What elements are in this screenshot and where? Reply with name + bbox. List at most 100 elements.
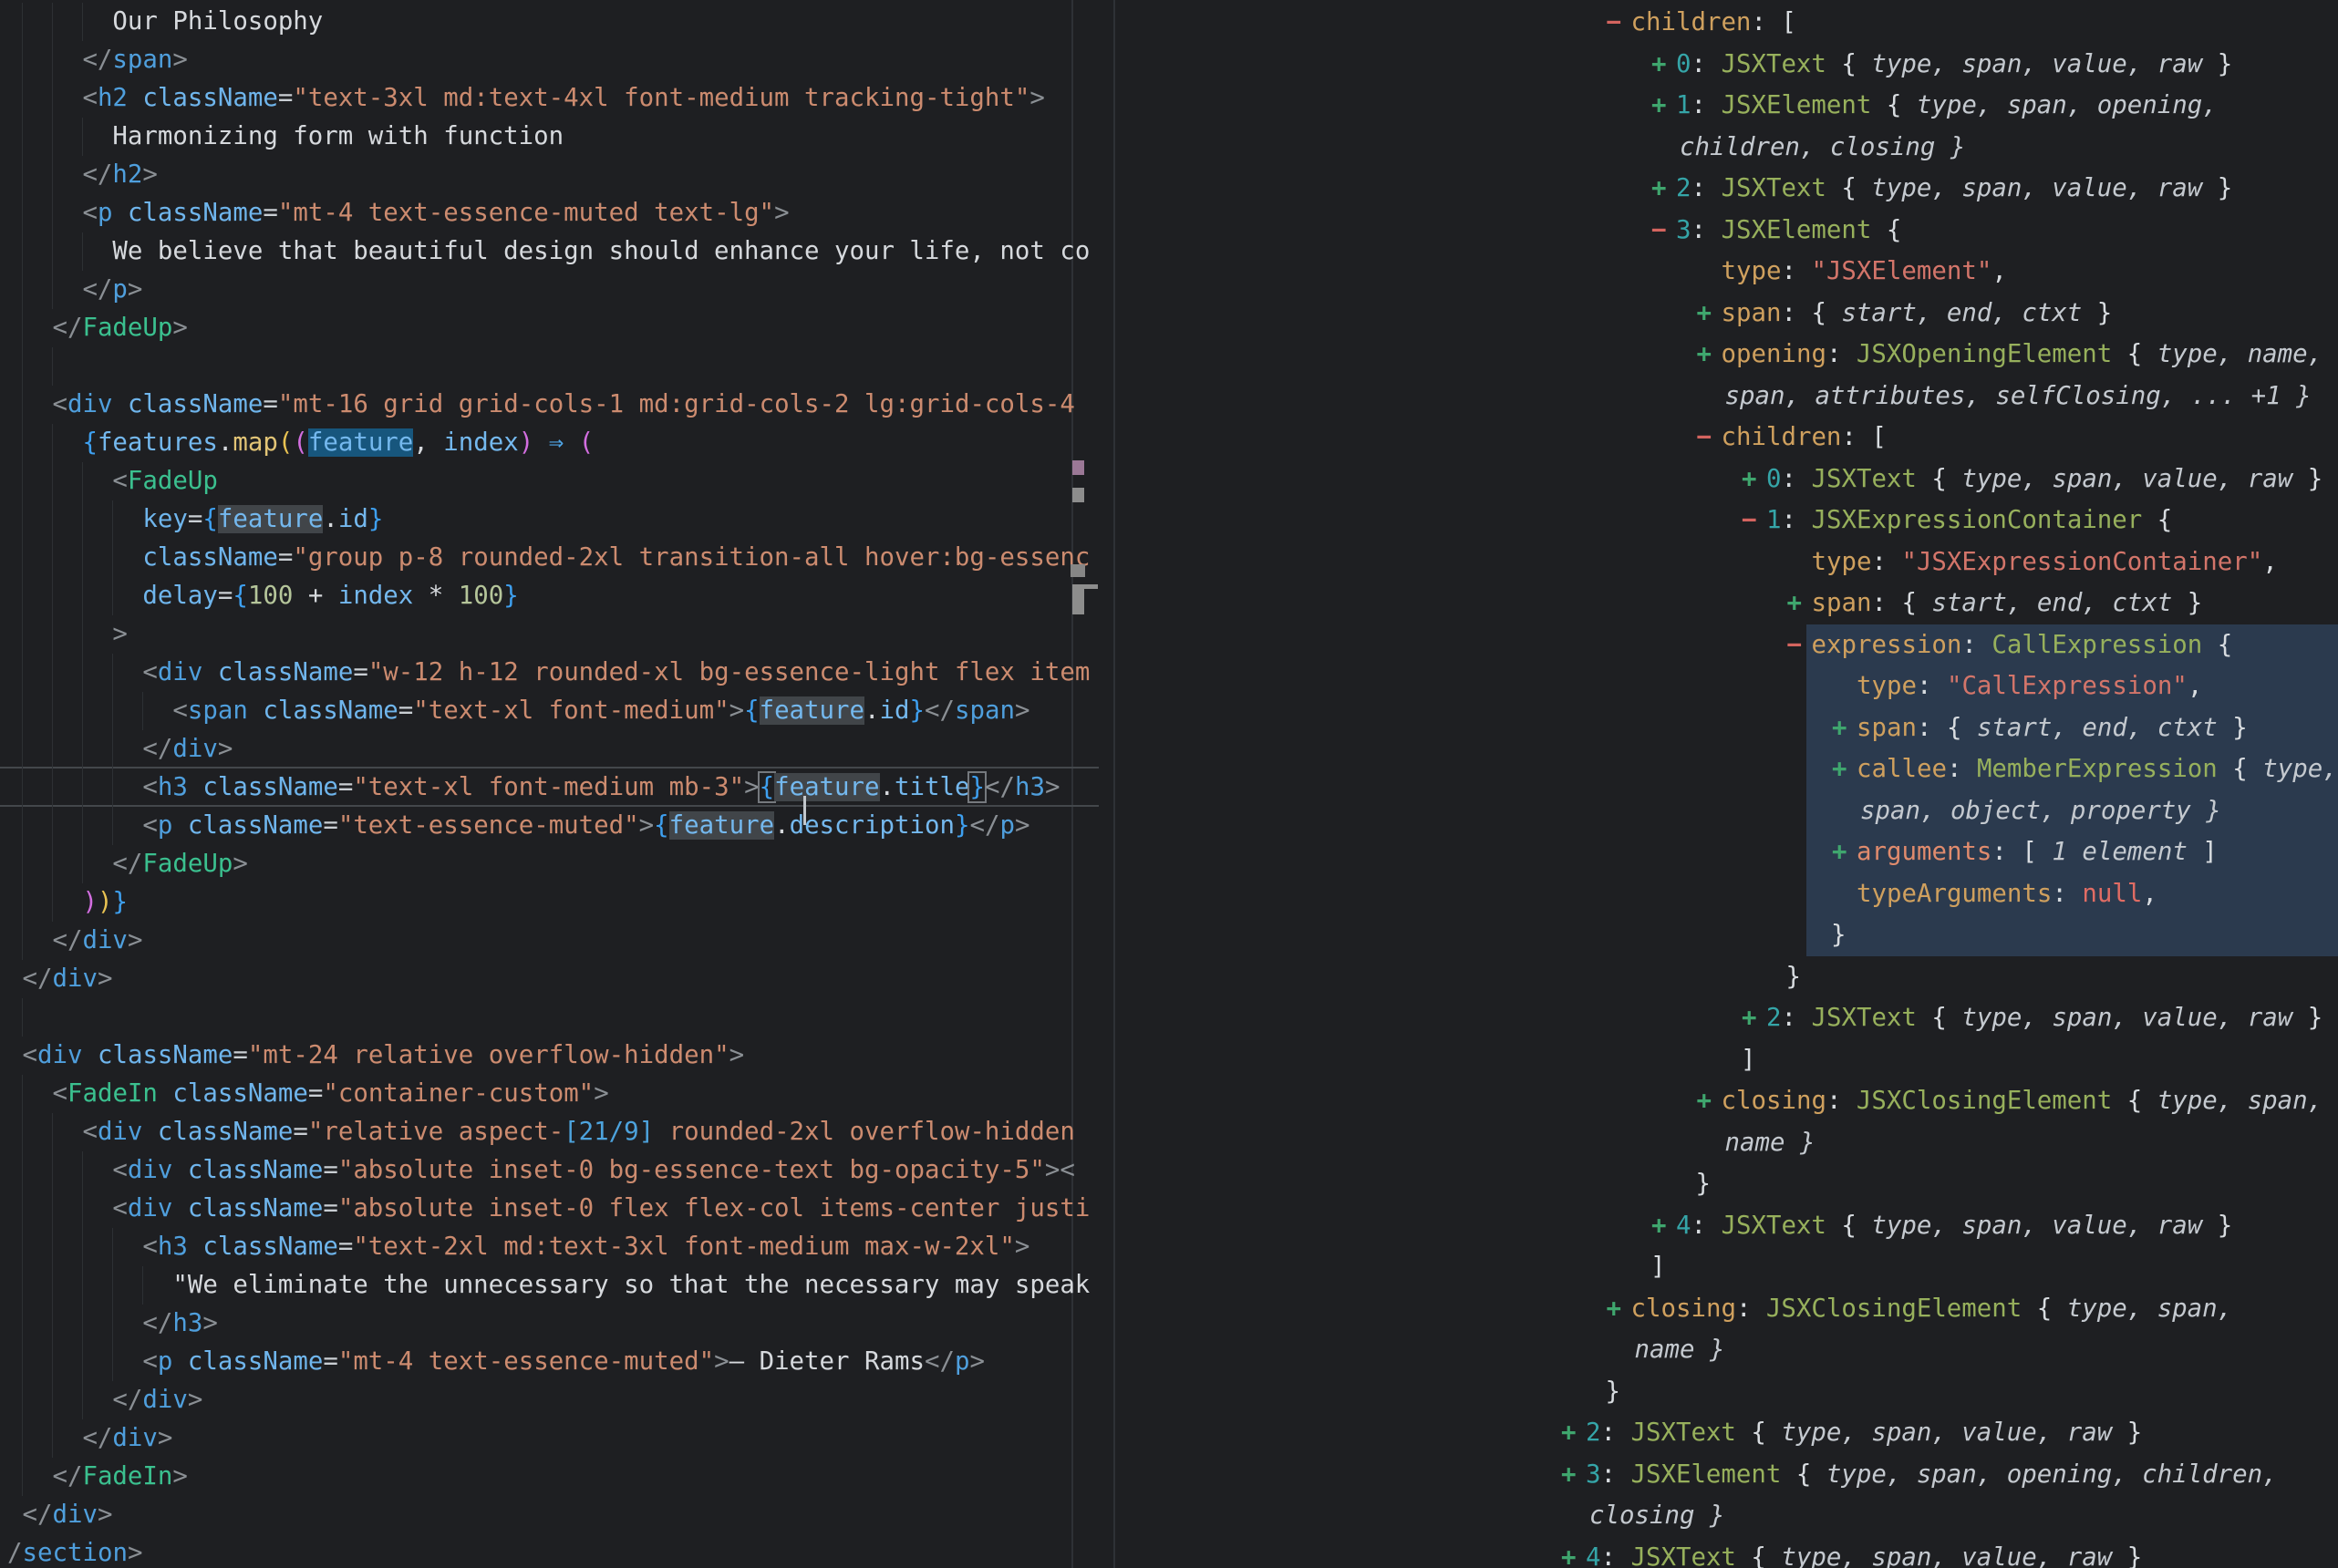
code-token: opening <box>1722 340 1826 368</box>
code-token: { <box>1871 216 1901 244</box>
expand-node-icon[interactable]: + <box>1561 1412 1577 1454</box>
ast-row[interactable]: +3: JSXElement { type, span, opening, ch… <box>0 1454 2338 1496</box>
ast-row[interactable]: +closing: JSXClosingElement { type, span… <box>0 1288 2338 1330</box>
code-token: children, closing } <box>1680 133 1965 161</box>
ast-row[interactable]: span, attributes, selfClosing, ... +1 } <box>0 376 2338 418</box>
expand-node-icon[interactable]: + <box>1787 583 1803 624</box>
ast-row[interactable]: } <box>0 1163 2338 1205</box>
ast-row[interactable]: +1: JSXElement { type, span, opening, <box>0 85 2338 127</box>
code-token: type, span, value, raw <box>1871 1212 2202 1240</box>
ast-row[interactable]: −1: JSXExpressionContainer { <box>0 500 2338 542</box>
collapse-node-icon[interactable]: − <box>1607 2 1622 44</box>
expand-node-icon[interactable]: + <box>1832 707 1847 749</box>
ast-row[interactable]: +2: JSXText { type, span, value, raw } <box>0 997 2338 1039</box>
ast-row[interactable]: typeArguments: null, <box>0 873 2338 915</box>
ast-row[interactable]: span, object, property } <box>0 790 2338 832</box>
ast-row[interactable]: +4: JSXText { type, span, value, raw } <box>0 1537 2338 1568</box>
code-token: null <box>2082 880 2142 908</box>
ast-row[interactable]: children, closing } <box>0 127 2338 169</box>
ast-row[interactable]: name } <box>0 1122 2338 1164</box>
code-token: : <box>1826 340 1857 368</box>
ast-row-content: children: [ <box>1722 417 1887 459</box>
ast-row-content: 0: JSXText { type, span, value, raw } <box>1766 459 2322 500</box>
code-token: : { <box>1781 299 1841 327</box>
expand-node-icon[interactable]: + <box>1697 334 1712 376</box>
ast-row[interactable]: type: "JSXElement", <box>0 251 2338 293</box>
ast-row[interactable]: ] <box>0 1039 2338 1081</box>
ast-row[interactable]: +callee: MemberExpression { type, <box>0 748 2338 790</box>
ast-row[interactable]: −children: [ <box>0 417 2338 459</box>
code-token: 4 <box>1676 1212 1691 1240</box>
code-token: { <box>1826 174 1871 202</box>
code-token: } <box>2112 1543 2142 1568</box>
ast-row[interactable]: +4: JSXText { type, span, value, raw } <box>0 1205 2338 1247</box>
ast-row-content: callee: MemberExpression { type, <box>1857 748 2338 790</box>
expand-node-icon[interactable]: + <box>1697 293 1712 335</box>
expand-node-icon[interactable]: + <box>1697 1080 1712 1122</box>
ast-row[interactable]: } <box>0 1371 2338 1413</box>
ast-row-content: closing: JSXClosingElement { type, span, <box>1722 1080 2323 1122</box>
expand-node-icon[interactable]: + <box>1651 1205 1667 1247</box>
ast-row[interactable]: −3: JSXElement { <box>0 210 2338 252</box>
ast-row[interactable]: −expression: CallExpression { <box>0 624 2338 666</box>
expand-node-icon[interactable]: + <box>1832 748 1847 790</box>
collapse-node-icon[interactable]: − <box>1742 500 1757 542</box>
collapse-node-icon[interactable]: − <box>1651 210 1667 252</box>
ast-row[interactable]: +span: { start, end, ctxt } <box>0 707 2338 749</box>
ast-row[interactable]: } <box>0 956 2338 998</box>
ast-row[interactable]: +arguments: [ 1 element ] <box>0 831 2338 873</box>
ast-row[interactable]: ] <box>0 1246 2338 1288</box>
code-token: JSXElement <box>1721 91 1871 119</box>
code-token: : [ <box>1841 423 1886 451</box>
ast-row[interactable]: +0: JSXText { type, span, value, raw } <box>0 459 2338 500</box>
ast-tree-pane[interactable]: −children: [+0: JSXText { type, span, va… <box>0 0 2338 1568</box>
code-token: { <box>1781 1460 1826 1489</box>
code-token: : <box>1691 50 1722 78</box>
ast-row[interactable]: closing } <box>0 1495 2338 1537</box>
code-token: JSXText <box>1721 174 1826 202</box>
collapse-node-icon[interactable]: − <box>1697 417 1712 459</box>
expand-node-icon[interactable]: + <box>1742 459 1757 500</box>
code-token: JSXElement <box>1630 1460 1781 1489</box>
code-token: { <box>1917 465 1961 493</box>
code-token: JSXElement <box>1721 216 1871 244</box>
code-token: type, span, value, raw <box>1961 1004 2292 1032</box>
expand-node-icon[interactable]: + <box>1561 1537 1577 1568</box>
code-token: : <box>1781 257 1811 285</box>
ast-row[interactable]: +span: { start, end, ctxt } <box>0 583 2338 624</box>
ast-row[interactable]: type: "CallExpression", <box>0 665 2338 707</box>
expand-node-icon[interactable]: + <box>1561 1454 1577 1496</box>
ast-row[interactable]: +2: JSXText { type, span, value, raw } <box>0 1412 2338 1454</box>
expand-node-icon[interactable]: + <box>1742 997 1757 1039</box>
ast-row[interactable]: type: "JSXExpressionContainer", <box>0 542 2338 583</box>
expand-node-icon[interactable]: + <box>1651 85 1667 127</box>
ast-row[interactable]: name } <box>0 1329 2338 1371</box>
code-token: children <box>1722 423 1842 451</box>
expand-node-icon[interactable]: + <box>1832 831 1847 873</box>
ast-row-content: span: { start, end, ctxt } <box>1812 583 2203 624</box>
ast-row-content: 1: JSXExpressionContainer { <box>1766 500 2172 542</box>
ast-row[interactable]: +opening: JSXOpeningElement { type, name… <box>0 334 2338 376</box>
expand-node-icon[interactable]: + <box>1651 44 1667 86</box>
code-token: : <box>1782 1004 1812 1032</box>
code-token: } <box>2082 299 2112 327</box>
expand-node-icon[interactable]: + <box>1607 1288 1622 1330</box>
ast-row[interactable]: +2: JSXText { type, span, value, raw } <box>0 168 2338 210</box>
expand-node-icon[interactable]: + <box>1651 168 1667 210</box>
code-token: { <box>2112 1087 2157 1115</box>
code-token: type, <box>2262 755 2337 783</box>
ast-row[interactable]: +closing: JSXClosingElement { type, span… <box>0 1080 2338 1122</box>
ast-row[interactable]: +0: JSXText { type, span, value, raw } <box>0 44 2338 86</box>
code-token: 1 <box>1676 91 1691 119</box>
ast-row-content: span, attributes, selfClosing, ... +1 } <box>1725 376 2312 418</box>
code-token: } <box>1606 1377 1621 1406</box>
ast-row[interactable]: +span: { start, end, ctxt } <box>0 293 2338 335</box>
code-token: } <box>1786 963 1802 991</box>
ast-row[interactable]: −children: [ <box>0 2 2338 44</box>
code-token: JSXText <box>1630 1543 1735 1568</box>
code-token: type, span, value, raw <box>1961 465 2292 493</box>
collapse-node-icon[interactable]: − <box>1787 624 1803 666</box>
code-token: type, span, value, raw <box>1781 1418 2112 1447</box>
code-token: : <box>1736 1295 1766 1323</box>
ast-row[interactable]: } <box>0 914 2338 956</box>
